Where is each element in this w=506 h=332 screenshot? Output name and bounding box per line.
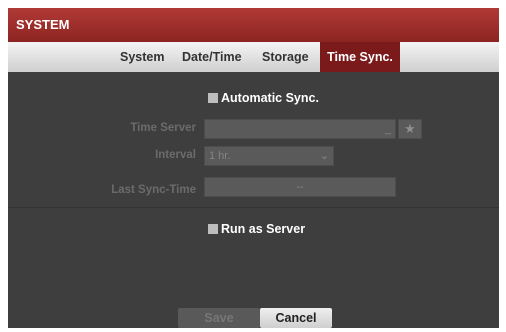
run-as-server-label: Run as Server <box>221 222 306 236</box>
search-server-button[interactable]: ★ <box>398 119 422 139</box>
last-sync-time-value: -- <box>296 181 304 193</box>
cancel-button[interactable]: Cancel <box>260 308 332 328</box>
last-sync-time-field: -- <box>204 177 396 197</box>
chevron-down-icon: ⌄ <box>319 150 329 162</box>
time-server-value <box>205 123 209 135</box>
checkbox-icon <box>208 224 218 234</box>
checkbox-icon <box>208 93 218 103</box>
interval-label: Interval <box>155 149 196 161</box>
run-as-server-checkbox[interactable]: Run as Server <box>208 222 305 236</box>
interval-select[interactable]: 1 hr. ⌄ <box>204 146 334 166</box>
save-button[interactable]: Save <box>178 308 260 328</box>
window-title: SYSTEM <box>16 17 70 32</box>
section-divider <box>8 207 499 208</box>
title-bar: SYSTEM <box>8 8 499 42</box>
dropdown-arrow-icon: _ <box>384 123 391 135</box>
time-server-label: Time Server <box>130 122 196 134</box>
automatic-sync-checkbox[interactable]: Automatic Sync. <box>208 91 319 105</box>
interval-value: 1 hr. <box>209 150 231 162</box>
tab-date-time[interactable]: Date/Time <box>182 42 242 72</box>
tab-bar: System Date/Time Storage Time Sync. <box>8 42 499 72</box>
tab-time-sync[interactable]: Time Sync. <box>320 42 400 72</box>
tab-storage[interactable]: Storage <box>262 42 309 72</box>
star-icon: ★ <box>404 121 416 136</box>
automatic-sync-label: Automatic Sync. <box>221 91 319 105</box>
tab-system[interactable]: System <box>120 42 164 72</box>
system-dialog: SYSTEM System Date/Time Storage Time Syn… <box>8 8 499 328</box>
time-server-input[interactable]: _ <box>204 119 396 139</box>
last-sync-time-label: Last Sync-Time <box>111 184 196 196</box>
